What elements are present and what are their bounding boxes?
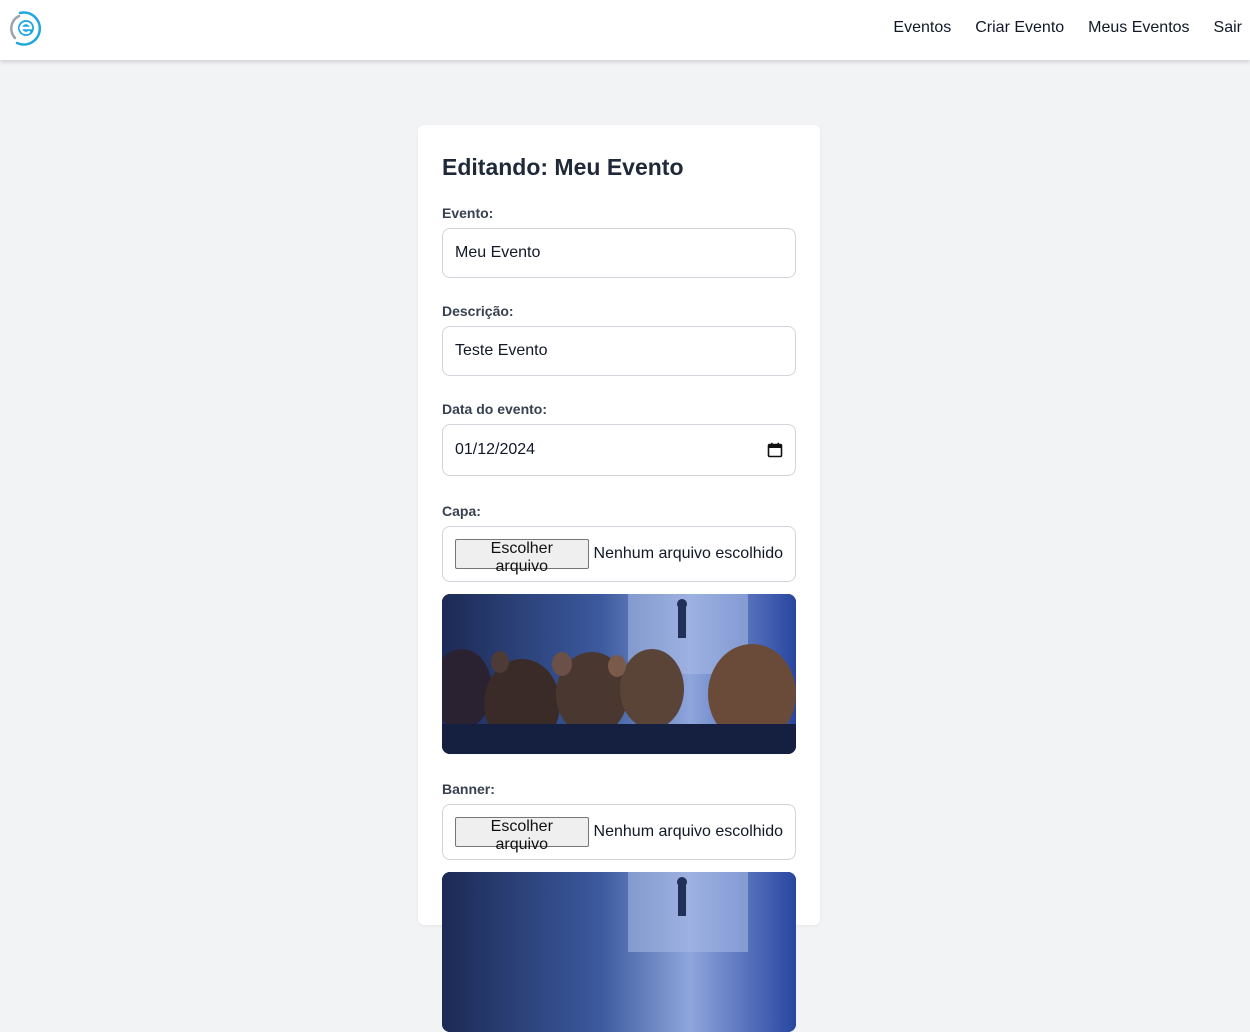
event-date-label: Data do evento: [442, 401, 548, 417]
conference-photo-icon [442, 594, 796, 754]
banner-file-status: Nenhum arquivo escolhido [593, 823, 783, 840]
nav-link-meus-eventos[interactable]: Meus Eventos [1088, 19, 1189, 37]
event-date-value: 01/12/2024 [455, 441, 536, 458]
edit-event-form: Editando: Meu Evento Evento: Descrição: … [418, 125, 820, 1032]
banner-preview-image [442, 872, 796, 1032]
event-name-input[interactable] [442, 228, 796, 278]
cover-choose-file-button[interactable]: Escolher arquivo [455, 539, 589, 575]
cover-preview-image [442, 594, 796, 754]
page-title: Editando: Meu Evento [442, 154, 684, 180]
nav-link-sair[interactable]: Sair [1214, 19, 1242, 37]
nav-link-criar-evento[interactable]: Criar Evento [975, 19, 1064, 37]
top-navbar: Eventos Criar Evento Meus Eventos Sair [0, 0, 1250, 60]
banner-label: Banner: [442, 781, 495, 797]
main-nav: Eventos Criar Evento Meus Eventos Sair [893, 0, 1242, 56]
banner-file-input[interactable]: Escolher arquivo Nenhum arquivo escolhid… [442, 804, 796, 860]
event-name-label: Evento: [442, 205, 494, 221]
cover-file-status: Nenhum arquivo escolhido [593, 545, 783, 562]
event-logo-icon[interactable] [8, 8, 44, 48]
description-input[interactable] [442, 326, 796, 376]
event-date-input[interactable]: 01/12/2024 [442, 424, 796, 476]
description-label: Descrição: [442, 303, 514, 319]
calendar-icon[interactable] [767, 442, 783, 458]
conference-photo-icon [442, 872, 796, 1032]
nav-link-eventos[interactable]: Eventos [893, 19, 951, 37]
banner-choose-file-button[interactable]: Escolher arquivo [455, 817, 589, 853]
cover-label: Capa: [442, 503, 481, 519]
cover-file-input[interactable]: Escolher arquivo Nenhum arquivo escolhid… [442, 526, 796, 582]
